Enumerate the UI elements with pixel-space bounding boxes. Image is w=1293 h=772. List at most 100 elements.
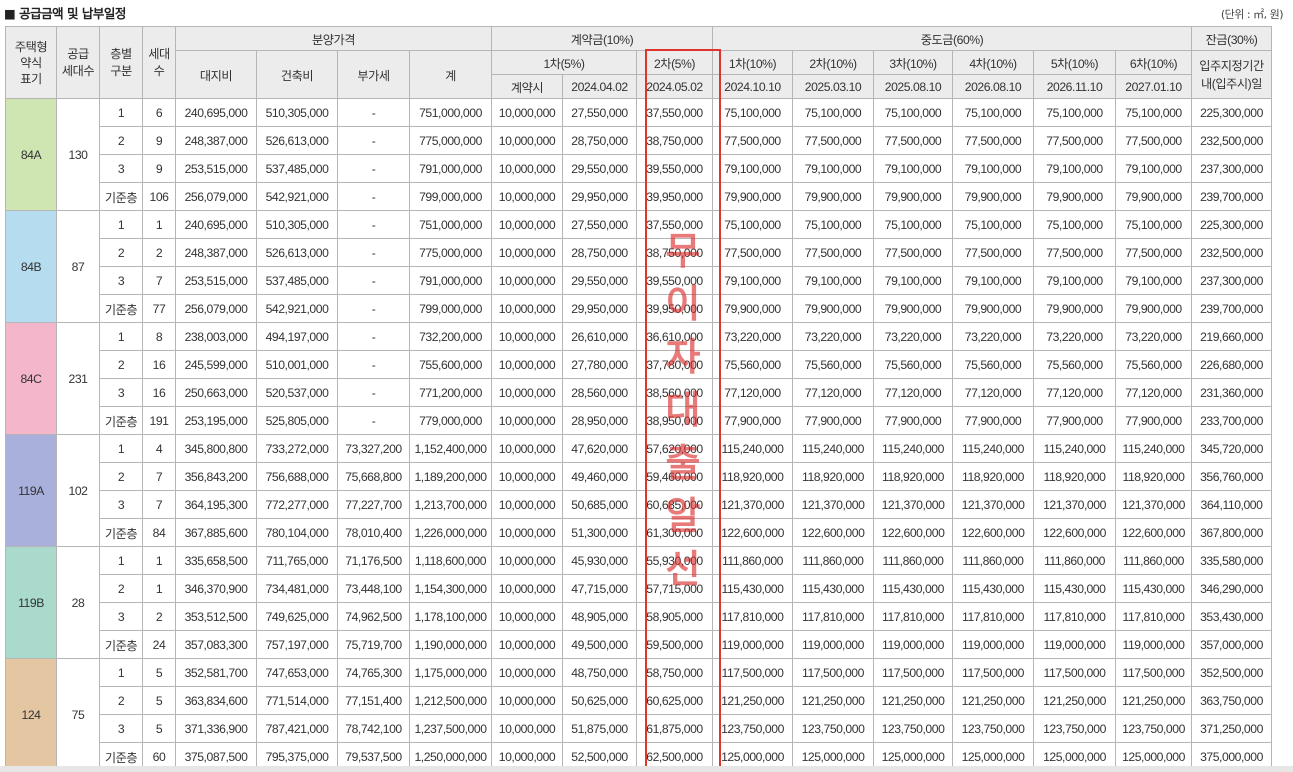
total-price-cell: 1,189,200,000 — [409, 462, 492, 491]
mid-1-cell: 111,860,000 — [712, 546, 793, 575]
mid-3-cell: 77,500,000 — [873, 126, 953, 155]
units-cell: 16 — [142, 378, 176, 407]
balance-cell: 352,500,000 — [1191, 658, 1272, 687]
mid-3-cell: 118,920,000 — [873, 462, 953, 491]
total-price-cell: 1,154,300,000 — [409, 574, 492, 603]
units-cell: 7 — [142, 462, 176, 491]
build-price-cell: 520,537,000 — [256, 378, 338, 407]
total-price-cell: 1,226,000,000 — [409, 518, 492, 547]
floor-cell: 3 — [99, 266, 143, 295]
deposit-1-cell: 48,750,000 — [562, 658, 637, 687]
header-deposit-2: 2차(5%) — [636, 50, 713, 75]
mid-3-cell: 119,000,000 — [873, 630, 953, 659]
header-land: 대지비 — [175, 50, 257, 99]
vat-cell: - — [337, 294, 410, 323]
mid-4-cell: 118,920,000 — [952, 462, 1034, 491]
mid-2-cell: 121,370,000 — [792, 490, 874, 519]
deposit-1-cell: 50,685,000 — [562, 490, 637, 519]
vat-cell: 74,962,500 — [337, 602, 410, 631]
mid-2-cell: 75,560,000 — [792, 350, 874, 379]
mid-2-cell: 75,100,000 — [792, 98, 874, 127]
total-price-cell: 779,000,000 — [409, 406, 492, 435]
header-type: 주택형 약식 표기 — [5, 26, 57, 99]
mid-3-cell: 122,600,000 — [873, 518, 953, 547]
header-deposit-1: 1차(5%) — [491, 50, 637, 75]
mid-1-cell: 77,900,000 — [712, 406, 793, 435]
vat-cell: - — [337, 126, 410, 155]
land-price-cell: 345,800,800 — [175, 434, 257, 463]
build-price-cell: 526,613,000 — [256, 126, 338, 155]
header-deposit-date-1: 2024.04.02 — [562, 74, 637, 99]
floor-cell: 기준층 — [99, 182, 143, 211]
total-price-cell: 1,213,700,000 — [409, 490, 492, 519]
header-units: 세대 수 — [142, 26, 176, 99]
table-row: 84B 87 1 1 240,695,000 510,305,000-751,000,00… — [5, 210, 1272, 323]
table-row: 기준층 191 253,195,000 525,805,000-779,000,000… — [6, 406, 1272, 435]
deposit-sign-cell: 10,000,000 — [491, 602, 563, 631]
header-price-group: 분양가격 — [175, 26, 492, 51]
mid-5-cell: 79,900,000 — [1033, 182, 1116, 211]
mid-2-cell: 115,430,000 — [792, 574, 874, 603]
mid-5-cell: 111,860,000 — [1033, 546, 1116, 575]
mid-4-cell: 77,500,000 — [952, 238, 1034, 267]
supply-count-cell: 75 — [56, 658, 100, 771]
mid-4-cell: 77,500,000 — [952, 126, 1034, 155]
table-row: 3 5 371,336,900 787,421,000 78,742,100 1,237,… — [6, 714, 1272, 743]
build-price-cell: 494,197,000 — [256, 322, 338, 351]
mid-1-cell: 73,220,000 — [712, 322, 793, 351]
table-row: 3 7 253,515,000 537,485,000-791,000,000 10,0… — [6, 266, 1272, 295]
deposit-1-cell: 26,610,000 — [562, 322, 637, 351]
mid-1-cell: 75,100,000 — [712, 210, 793, 239]
land-price-cell: 357,083,300 — [175, 630, 257, 659]
mid-1-cell: 75,560,000 — [712, 350, 793, 379]
build-price-cell: 537,485,000 — [256, 154, 338, 183]
deposit-2-cell: 60,685,000 — [636, 490, 713, 519]
balance-cell: 233,700,000 — [1191, 406, 1272, 435]
mid-4-cell: 117,500,000 — [952, 658, 1034, 687]
build-price-cell: 772,277,000 — [256, 490, 338, 519]
mid-5-cell: 77,120,000 — [1033, 378, 1116, 407]
mid-6-cell: 115,240,000 — [1115, 434, 1192, 463]
mid-2-cell: 79,900,000 — [792, 294, 874, 323]
header-mid-2: 2차(10%) — [792, 50, 874, 75]
table-row: 2 2 248,387,000 526,613,000-775,000,000 10,0… — [6, 238, 1272, 267]
header-deposit-date-2: 2024.05.02 — [636, 74, 713, 99]
mid-4-cell: 79,100,000 — [952, 154, 1034, 183]
floor-cell: 1 — [99, 658, 143, 687]
units-cell: 1 — [142, 574, 176, 603]
mid-3-cell: 77,900,000 — [873, 406, 953, 435]
deposit-sign-cell: 10,000,000 — [491, 630, 563, 659]
deposit-2-cell: 59,460,000 — [636, 462, 713, 491]
deposit-2-cell: 38,560,000 — [636, 378, 713, 407]
total-price-cell: 1,237,500,000 — [409, 714, 492, 743]
balance-cell: 225,300,000 — [1191, 98, 1272, 127]
land-price-cell: 356,843,200 — [175, 462, 257, 491]
balance-cell: 371,250,000 — [1191, 714, 1272, 743]
table-row: 2 7 356,843,200 756,688,000 75,668,800 1,189,… — [6, 462, 1272, 491]
header-deposit-sign: 계약시 — [491, 74, 563, 99]
mid-4-cell: 115,430,000 — [952, 574, 1034, 603]
build-price-cell: 756,688,000 — [256, 462, 338, 491]
mid-2-cell: 79,900,000 — [792, 182, 874, 211]
balance-cell: 363,750,000 — [1191, 686, 1272, 715]
balance-cell: 231,360,000 — [1191, 378, 1272, 407]
header-mid-1: 1차(10%) — [712, 50, 793, 75]
mid-6-cell: 77,500,000 — [1115, 126, 1192, 155]
land-price-cell: 238,003,000 — [175, 322, 257, 351]
vat-cell: 71,176,500 — [337, 546, 410, 575]
build-price-cell: 525,805,000 — [256, 406, 338, 435]
build-price-cell: 526,613,000 — [256, 238, 338, 267]
mid-6-cell: 75,100,000 — [1115, 210, 1192, 239]
deposit-sign-cell: 10,000,000 — [491, 154, 563, 183]
land-price-cell: 256,079,000 — [175, 182, 257, 211]
mid-6-cell: 119,000,000 — [1115, 630, 1192, 659]
units-cell: 4 — [142, 434, 176, 463]
units-cell: 9 — [142, 126, 176, 155]
deposit-1-cell: 51,875,000 — [562, 714, 637, 743]
mid-3-cell: 115,430,000 — [873, 574, 953, 603]
balance-cell: 335,580,000 — [1191, 546, 1272, 575]
deposit-2-cell: 39,950,000 — [636, 182, 713, 211]
mid-5-cell: 75,560,000 — [1033, 350, 1116, 379]
table-row: 119A 102 1 4 345,800,800 733,272,000 73,327,20… — [5, 434, 1272, 547]
mid-5-cell: 119,000,000 — [1033, 630, 1116, 659]
